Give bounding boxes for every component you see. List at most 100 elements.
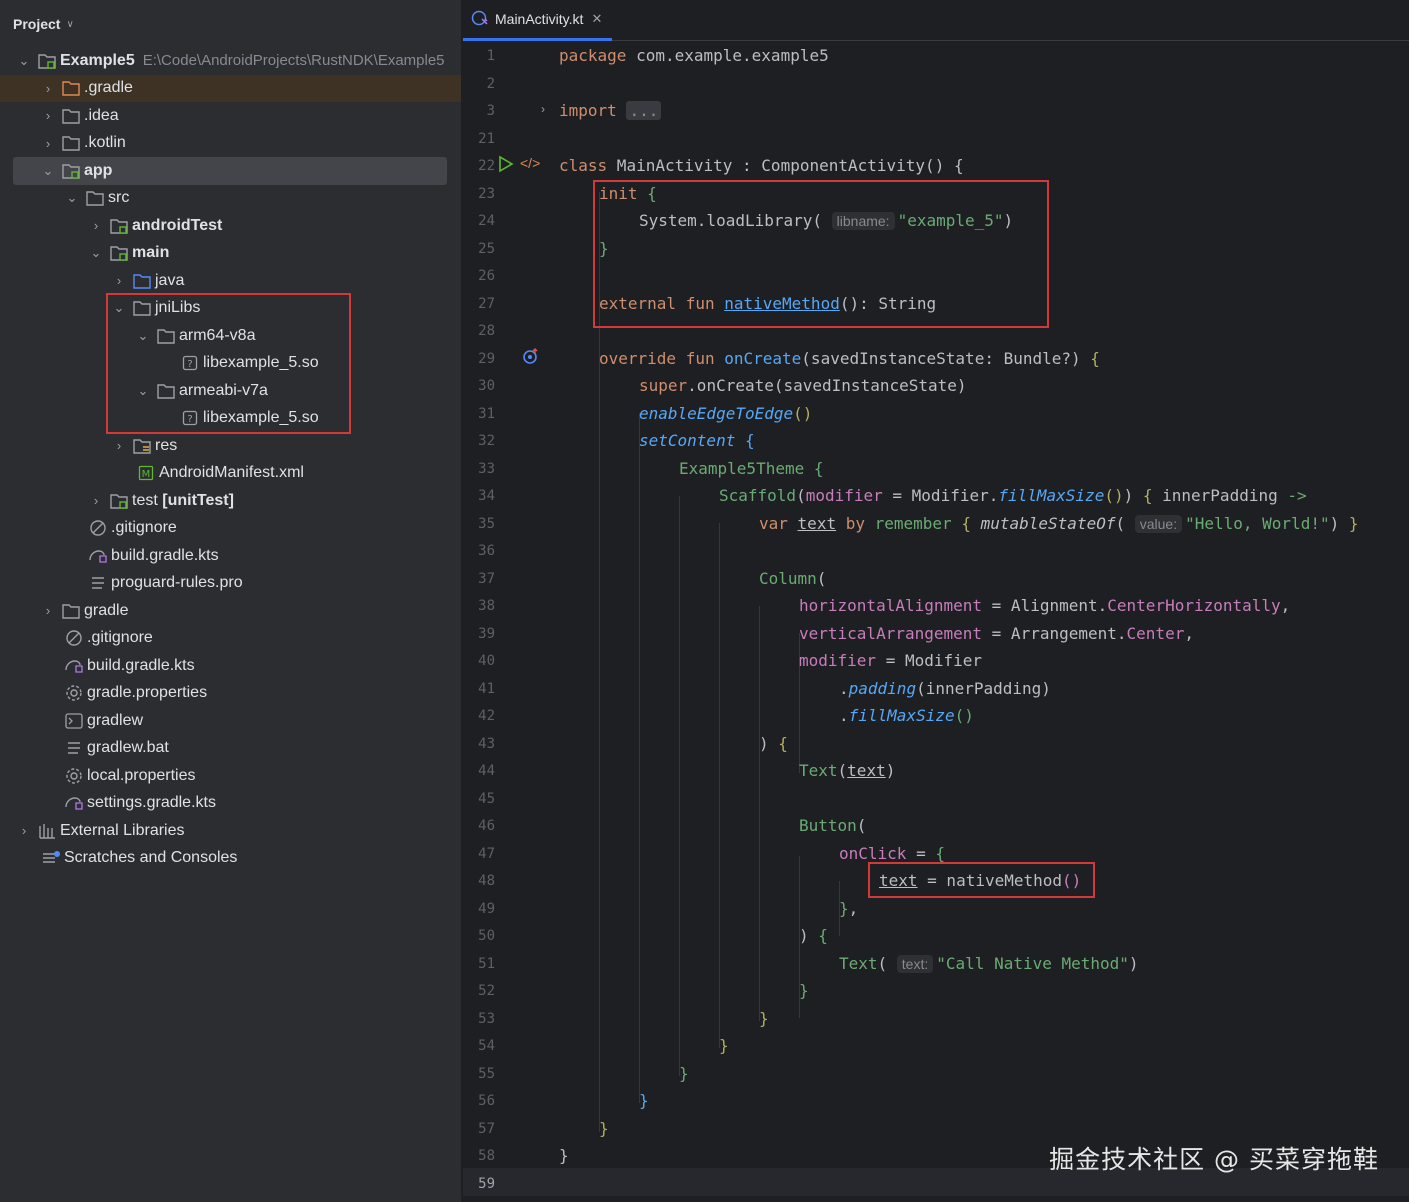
chevron-down-icon[interactable]: ⌄ (65, 190, 79, 206)
tree-item-label: arm64-v8a (179, 326, 256, 344)
source-folder-icon (132, 272, 152, 290)
tree-item-build-gradle[interactable]: build.gradle.kts (0, 652, 461, 680)
tree-item-label: .gradle (84, 79, 133, 97)
chevron-right-icon[interactable]: › (41, 108, 55, 123)
tree-item-src[interactable]: ⌄ src (0, 185, 461, 213)
code-line: package com.example.example5 (559, 46, 829, 65)
tree-item-test[interactable]: › test [unitTest] (0, 487, 461, 515)
code-line: text = nativeMethod() (879, 871, 1082, 890)
tree-item-root[interactable]: ⌄ Example5 E:\Code\AndroidProjects\RustN… (0, 47, 461, 75)
tree-item-label: res (155, 436, 178, 454)
code-line: } (759, 1009, 769, 1028)
line-number: 47 (478, 845, 495, 862)
tree-item-gradle-cache[interactable]: › .gradle (0, 74, 461, 102)
code-area[interactable]: package com.example.example5 import ... … (559, 41, 1409, 1202)
chevron-down-icon[interactable]: ⌄ (136, 383, 150, 399)
line-gutter: 1 2 3 21 22 23 24 25 26 27 28 29 30 31 32 33 34 35 36 37 38 3… (463, 41, 553, 1202)
tree-item-label: test (132, 491, 158, 509)
line-number: 25 (478, 240, 495, 257)
line-number: 38 (478, 598, 495, 614)
tree-item-so-file[interactable]: ? libexample_5.so (0, 350, 461, 378)
chevron-down-icon[interactable]: ∨ (66, 19, 73, 30)
tab-mainactivity[interactable]: MainActivity.kt ✕ (463, 0, 613, 41)
chevron-right-icon[interactable]: › (41, 603, 55, 618)
line-number: 59 (478, 1175, 495, 1192)
project-panel-header[interactable]: Project ∨ (13, 15, 74, 33)
module-folder-icon (109, 217, 129, 235)
tree-item-label: libexample_5.so (203, 409, 319, 427)
code-line: ) { (759, 734, 788, 753)
tree-item-local-properties[interactable]: local.properties (0, 762, 461, 790)
svg-text:?: ? (187, 359, 192, 370)
chevron-down-icon[interactable]: ⌄ (17, 53, 31, 69)
chevron-down-icon[interactable]: ⌄ (89, 245, 103, 261)
tree-item-idea[interactable]: › .idea (0, 102, 461, 130)
tree-item-androidtest[interactable]: › androidTest (0, 212, 461, 240)
compose-preview-icon[interactable]: </> (520, 155, 540, 171)
tree-item-label: build.gradle.kts (87, 656, 195, 674)
code-line: setContent { (639, 431, 755, 450)
tree-item-app[interactable]: ⌄ app (13, 157, 447, 185)
ignore-file-icon (88, 519, 108, 537)
fold-arrow-icon[interactable]: › (541, 102, 545, 116)
ignore-file-icon (64, 629, 84, 647)
chevron-down-icon[interactable]: ⌄ (41, 163, 55, 179)
tree-item-armeabi[interactable]: ⌄ armeabi-v7a (0, 377, 461, 405)
tree-item-java[interactable]: › java (0, 267, 461, 295)
gradle-kts-icon (64, 794, 84, 812)
line-number: 36 (478, 543, 495, 559)
tree-item-label: .gitignore (111, 519, 177, 537)
tree-item-build-gradle[interactable]: build.gradle.kts (0, 542, 461, 570)
tree-item-gitignore[interactable]: .gitignore (0, 515, 461, 543)
chevron-right-icon[interactable]: › (112, 438, 126, 453)
chevron-down-icon[interactable]: ⌄ (136, 328, 150, 344)
tree-item-label: androidTest (132, 216, 223, 234)
line-number: 3 (486, 103, 495, 119)
run-icon[interactable] (498, 155, 514, 176)
chevron-down-icon[interactable]: ⌄ (112, 300, 126, 316)
tree-item-manifest[interactable]: M AndroidManifest.xml (0, 460, 461, 488)
tree-item-jnilibs[interactable]: ⌄ jniLibs (0, 295, 461, 323)
tree-item-gradlew[interactable]: gradlew (0, 707, 461, 735)
line-number: 31 (478, 405, 495, 422)
tree-item-label: build.gradle.kts (111, 546, 219, 564)
folder-icon (156, 382, 176, 400)
override-method-icon[interactable] (522, 347, 540, 368)
module-folder-icon (109, 244, 129, 262)
svg-text:M: M (142, 469, 151, 480)
chevron-right-icon[interactable]: › (17, 823, 31, 838)
chevron-right-icon[interactable]: › (41, 136, 55, 151)
chevron-right-icon[interactable]: › (89, 218, 103, 233)
tree-item-kotlin[interactable]: › .kotlin (0, 130, 461, 158)
close-icon[interactable]: ✕ (591, 11, 602, 27)
code-line: System.loadLibrary( libname: "example_5") (639, 211, 1014, 230)
line-number: 52 (478, 983, 495, 999)
tree-item-res[interactable]: › res (0, 432, 461, 460)
text-file-icon (64, 739, 84, 757)
code-line: } (799, 981, 809, 1000)
unknown-file-icon: ? (180, 409, 200, 427)
chevron-right-icon[interactable]: › (89, 493, 103, 508)
tree-item-proguard[interactable]: proguard-rules.pro (0, 570, 461, 598)
code-editor[interactable]: MainActivity.kt ✕ 1 2 3 21 22 23 24 25 26 27 28 29 3… (463, 0, 1409, 1202)
settings-gear-icon (64, 767, 84, 785)
code-line: Text(text) (799, 761, 896, 780)
kotlin-class-icon (471, 9, 489, 30)
chevron-right-icon[interactable]: › (41, 81, 55, 96)
tree-item-gitignore[interactable]: .gitignore (0, 625, 461, 653)
code-line: horizontalAlignment = Alignment.CenterHo… (799, 596, 1291, 615)
tree-item-settings-gradle[interactable]: settings.gradle.kts (0, 790, 461, 818)
tree-item-external-libraries[interactable]: › External Libraries (0, 817, 461, 845)
tree-item-gradlew-bat[interactable]: gradlew.bat (0, 735, 461, 763)
tree-item-scratches[interactable]: Scratches and Consoles (0, 845, 461, 873)
code-line: verticalArrangement = Arrangement.Center… (799, 624, 1194, 643)
tree-item-main[interactable]: ⌄ main (0, 240, 461, 268)
tree-item-gradle[interactable]: › gradle (0, 597, 461, 625)
tree-item-arm64[interactable]: ⌄ arm64-v8a (0, 322, 461, 350)
tree-item-label: Scratches and Consoles (64, 849, 238, 867)
gradle-kts-icon (64, 657, 84, 675)
tree-item-gradle-properties[interactable]: gradle.properties (0, 680, 461, 708)
code-line: } (599, 239, 609, 258)
chevron-right-icon[interactable]: › (112, 273, 126, 288)
tree-item-so-file[interactable]: ? libexample_5.so (0, 405, 461, 433)
